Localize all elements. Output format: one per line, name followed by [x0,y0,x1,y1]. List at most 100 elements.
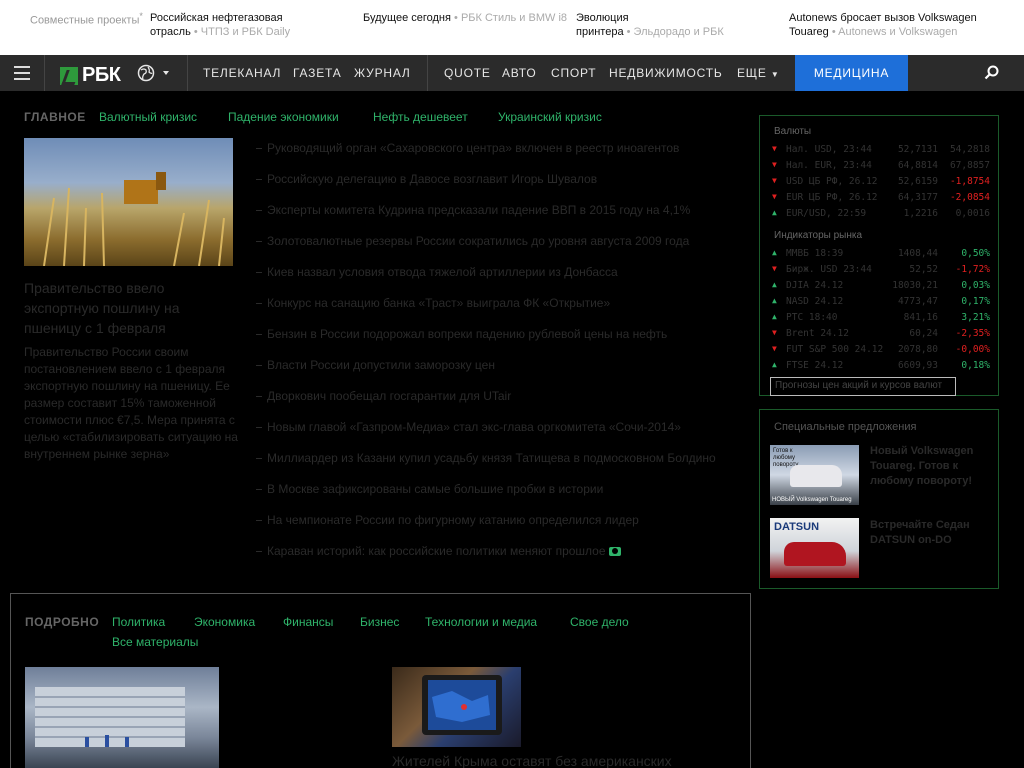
market-row-change: -0,00% [955,344,990,355]
list-item[interactable]: Бензин в России подорожал вопреки падени… [256,324,736,344]
region-selector[interactable] [137,64,171,87]
detail-article-title[interactable]: Жителей Крыма оставят без американских [392,753,672,768]
datsun-ad-image[interactable]: DATSUN [770,518,859,578]
market-row-name: РТС 18:40 [786,312,838,323]
nav-item-tv[interactable]: ТЕЛЕКАНАЛ [203,66,281,80]
list-item[interactable]: Золотовалютные резервы России сократилис… [256,231,736,251]
tag-politics[interactable]: Политика [112,615,165,629]
list-item[interactable]: Конкурс на санацию банка «Траст» выиграл… [256,293,736,313]
rbc-logo[interactable]: РБК [60,64,121,87]
nav-divider [427,55,428,91]
list-item[interactable]: Киев назвал условия отвода тяжелой артил… [256,262,736,282]
promo-item[interactable]: Российская нефтегазовая отрасль • ЧТПЗ и … [150,11,290,39]
promo-label: Совместные проекты* [30,11,143,27]
wheat-harvest-photo[interactable] [24,138,233,266]
nav-divider [44,55,45,91]
touareg-ad-image[interactable]: Готов к любому повороту НОВЫЙ Volkswagen… [770,445,859,505]
nav-item-realty[interactable]: НЕДВИЖИМОСТЬ [609,66,723,80]
list-item[interactable]: Караван историй: как российские политики… [256,541,736,561]
market-row[interactable]: ▲ EUR/USD, 22:59 1,2216 0,0016 [772,206,990,222]
market-row-value: 18030,21 [892,280,938,291]
nav-item-more[interactable]: ЕЩЕ ▼ [737,66,780,80]
list-item[interactable]: Миллиардер из Казани купил усадьбу князя… [256,448,736,468]
currency-title: Валюты [774,126,812,137]
market-row-value: 841,16 [903,312,938,323]
promo-item[interactable]: Будущее сегодня • РБК Стиль и BMW i8 [363,11,567,25]
list-item[interactable]: Новым главой «Газпром-Медиа» стал экс-гл… [256,417,736,437]
special-item-touareg[interactable]: Новый Volkswagen Touareg. Готов к любому… [870,444,990,489]
arrow-down-icon: ▼ [772,328,777,337]
list-item[interactable]: Власти России допустили заморозку цен [256,355,736,375]
list-item[interactable]: В Москве зафиксированы самые большие про… [256,479,736,499]
market-row-name: Нал. USD, 23:44 [786,144,872,155]
tablet-map-photo[interactable] [392,667,521,747]
market-row-change: -2,0854 [949,192,990,203]
market-row-name: FTSE 24.12 [786,360,844,371]
market-row-value: 64,8814 [897,160,938,171]
arrow-down-icon: ▼ [772,160,777,169]
promo-item[interactable]: Эволюция принтера • Эльдорадо и РБК [576,11,724,39]
arrow-up-icon: ▲ [772,360,777,369]
tag-own-business[interactable]: Свое дело [570,615,629,629]
nav-item-magazine[interactable]: ЖУРНАЛ [354,66,411,80]
promo-strip: Совместные проекты* Российская нефтегазо… [0,0,1024,55]
nav-item-newspaper[interactable]: ГАЗЕТА [293,66,342,80]
main-section-label: ГЛАВНОЕ [24,110,86,124]
arrow-down-icon: ▼ [772,192,777,201]
arrow-up-icon: ▲ [772,280,777,289]
menu-icon[interactable] [14,66,30,80]
tag-oil-price[interactable]: Нефть дешевеет [373,110,468,124]
list-item[interactable]: Эксперты комитета Кудрина предсказали па… [256,200,736,220]
special-title: Специальные предложения [774,421,917,433]
market-row[interactable]: ▼ USD ЦБ РФ, 26.12 52,6159 -1,8754 [772,174,990,190]
tag-tech-media[interactable]: Технологии и медиа [425,615,537,629]
market-row[interactable]: ▼ Нал. USD, 23:44 52,7131 54,2818 [772,142,990,158]
market-row[interactable]: ▼ Brent 24.12 60,24 -2,35% [772,326,990,342]
market-row-name: EUR ЦБ РФ, 26.12 [786,192,878,203]
tag-economy-fall[interactable]: Падение экономики [228,110,339,124]
special-item-datsun[interactable]: Встречайте Седан DATSUN on-DO [870,518,990,548]
list-item[interactable]: Российскую делегацию в Давосе возглавит … [256,169,736,189]
arrow-down-icon: ▼ [772,144,777,153]
market-row-change: 3,21% [961,312,990,323]
search-icon[interactable] [984,65,1000,86]
tag-all-materials[interactable]: Все материалы [112,635,198,649]
nav-item-auto[interactable]: АВТО [502,66,537,80]
market-row-value: 52,52 [909,264,938,275]
nav-item-medicine[interactable]: МЕДИЦИНА [795,55,908,91]
nav-item-sport[interactable]: СПОРТ [551,66,596,80]
market-row-change: -2,35% [955,328,990,339]
nav-divider [187,55,188,91]
arrow-down-icon: ▼ [772,344,777,353]
market-row[interactable]: ▲ FTSE 24.12 6609,93 0,18% [772,358,990,374]
arrow-up-icon: ▲ [772,248,777,257]
list-item[interactable]: Руководящий орган «Сахаровского центра» … [256,138,736,158]
promo-item[interactable]: Autonews бросает вызов Volkswagen Touareg… [789,11,977,39]
tag-ukraine-crisis[interactable]: Украинский кризис [498,110,602,124]
market-row-change: 0,50% [961,248,990,259]
market-row[interactable]: ▲ NASD 24.12 4773,47 0,17% [772,294,990,310]
market-row[interactable]: ▼ EUR ЦБ РФ, 26.12 64,3177 -2,0854 [772,190,990,206]
market-row-change: 0,17% [961,296,990,307]
tag-economics[interactable]: Экономика [194,615,255,629]
tag-finance[interactable]: Финансы [283,615,333,629]
nav-item-quote[interactable]: QUOTE [444,66,491,80]
tag-currency-crisis[interactable]: Валютный кризис [99,110,197,124]
tag-business[interactable]: Бизнес [360,615,399,629]
market-row-name: ММВБ 18:39 [786,248,844,259]
market-row-name: Brent 24.12 [786,328,849,339]
list-item[interactable]: Дворкович пообещал госгарантии для UTair [256,386,736,406]
market-row[interactable]: ▲ РТС 18:40 841,16 3,21% [772,310,990,326]
market-row[interactable]: ▼ Нал. EUR, 23:44 64,8814 67,8857 [772,158,990,174]
market-row-name: Бирж. USD 23:44 [786,264,872,275]
market-row[interactable]: ▼ FUT S&P 500 24.12 2078,80 -0,00% [772,342,990,358]
eu-building-photo[interactable] [25,667,219,768]
market-row[interactable]: ▲ DJIA 24.12 18030,21 0,03% [772,278,990,294]
market-row[interactable]: ▼ Бирж. USD 23:44 52,52 -1,72% [772,262,990,278]
list-item[interactable]: На чемпионате России по фигурному катани… [256,510,736,530]
market-row-change: 0,18% [961,360,990,371]
forecast-link[interactable]: Прогнозы цен акций и курсов валют [770,377,956,396]
market-row-change: 0,0016 [955,208,990,219]
market-row[interactable]: ▲ ММВБ 18:39 1408,44 0,50% [772,246,990,262]
main-headline[interactable]: Правительство ввело экспортную пошлину н… [24,278,234,338]
